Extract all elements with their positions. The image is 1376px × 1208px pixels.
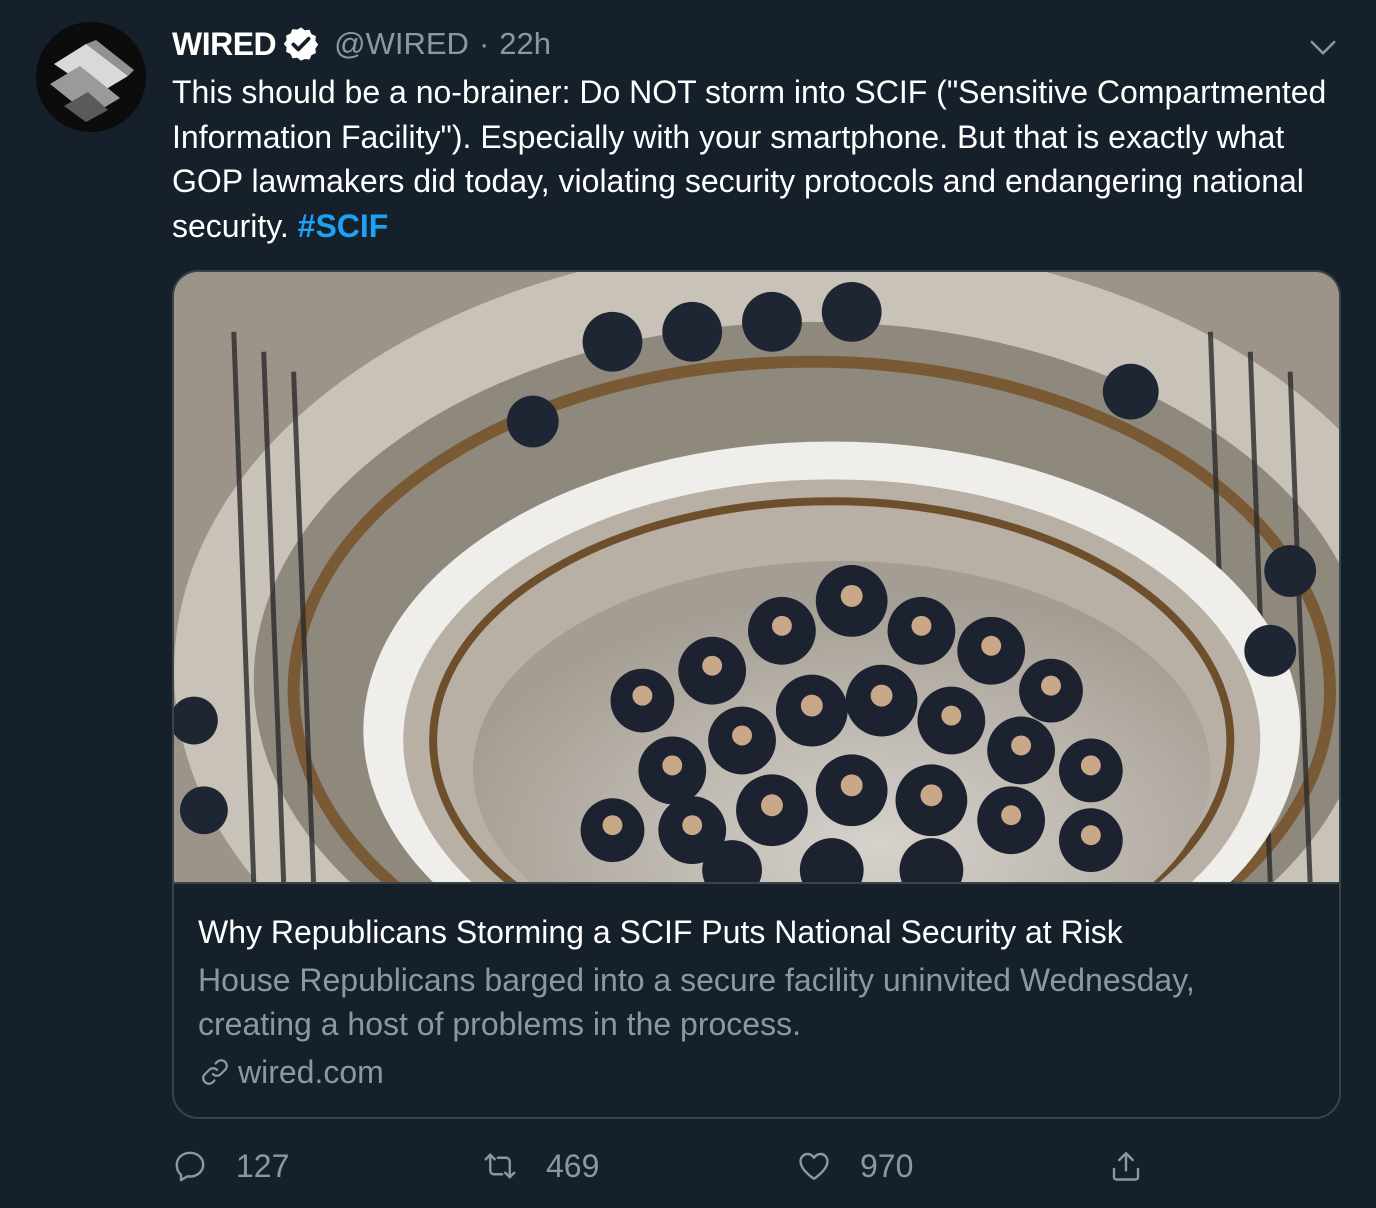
tweet-header: WIRED @WIRED · 22h: [172, 22, 551, 66]
separator-dot: ·: [478, 26, 490, 61]
card-domain-text: wired.com: [238, 1054, 384, 1090]
reply-count: 127: [236, 1147, 290, 1184]
heart-icon: [796, 1148, 832, 1184]
link-card[interactable]: Why Republicans Storming a SCIF Puts Nat…: [172, 270, 1341, 1119]
photo-lawmakers-staircase-icon: [174, 272, 1339, 882]
retweet-button[interactable]: 469: [482, 1140, 599, 1192]
like-count: 970: [860, 1147, 914, 1184]
tweet[interactable]: WIRED @WIRED · 22h This should be a no-b…: [0, 0, 1376, 1208]
verified-badge-icon: [282, 25, 320, 63]
card-description: House Republicans barged into a secure f…: [198, 962, 1195, 1042]
retweet-icon: [482, 1148, 518, 1184]
card-image[interactable]: [174, 272, 1339, 884]
avatar[interactable]: [36, 22, 146, 132]
action-bar: 127 469 970: [172, 1140, 1172, 1192]
handle[interactable]: @WIRED: [334, 26, 469, 62]
retweet-count: 469: [546, 1147, 600, 1184]
more-options-chevron-down-icon[interactable]: [1308, 32, 1338, 62]
like-button[interactable]: 970: [796, 1140, 913, 1192]
share-button[interactable]: [1108, 1140, 1144, 1192]
tweet-text: This should be a no-brainer: Do NOT stor…: [172, 70, 1332, 248]
card-title[interactable]: Why Republicans Storming a SCIF Puts Nat…: [198, 912, 1315, 952]
hashtag-link[interactable]: #SCIF: [298, 208, 389, 244]
reply-button[interactable]: 127: [172, 1140, 289, 1192]
share-icon: [1108, 1148, 1144, 1184]
timestamp[interactable]: 22h: [499, 26, 551, 62]
display-name[interactable]: WIRED: [172, 26, 277, 63]
card-body: Why Republicans Storming a SCIF Puts Nat…: [198, 912, 1315, 1094]
card-domain: wired.com: [198, 1050, 1315, 1094]
wired-logo-icon: [36, 22, 146, 132]
reply-icon: [172, 1148, 208, 1184]
link-icon: [198, 1055, 232, 1089]
